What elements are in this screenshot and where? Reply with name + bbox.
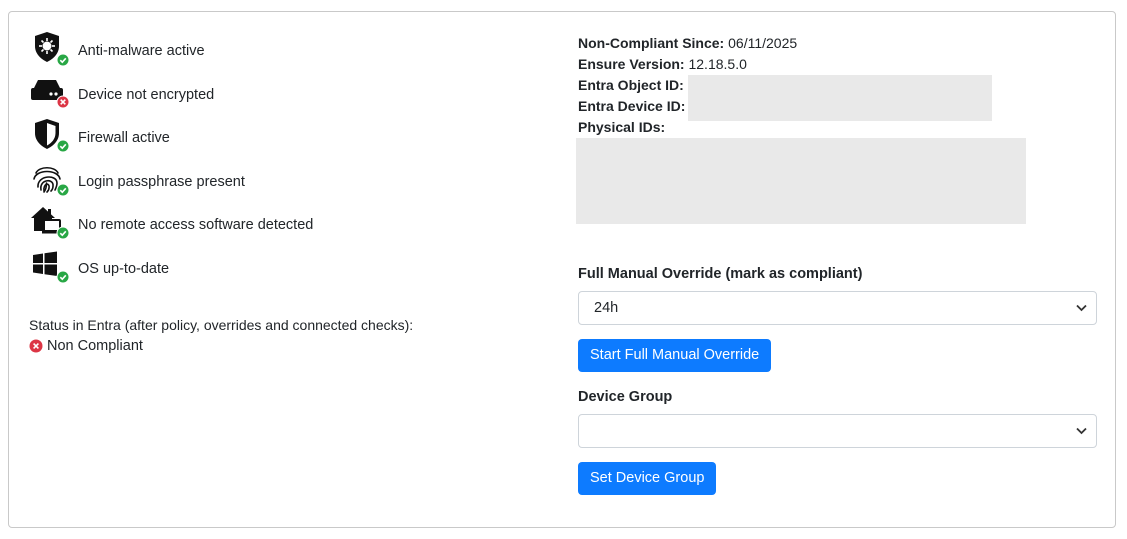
check-label: Anti-malware active (78, 43, 205, 59)
check-label: OS up-to-date (78, 261, 170, 277)
entra-status-caption: Status in Entra (after policy, overrides… (29, 317, 414, 333)
chevron-down-icon (1076, 304, 1087, 312)
check-os-updates: OS up-to-date (30, 248, 450, 284)
override-label: Full Manual Override (mark as compliant) (578, 266, 863, 282)
redacted-physical-ids (576, 138, 1026, 224)
check-anti-malware: Anti-malware active (30, 30, 450, 67)
physical-ids-label: Physical IDs: (578, 119, 666, 135)
check-firewall: Firewall active (30, 117, 450, 153)
check-label: No remote access software detected (78, 217, 314, 233)
chevron-down-icon (1076, 427, 1087, 435)
non-compliant-label: Non-Compliant Since: (578, 35, 725, 51)
check-remote-access: No remote access software detected (30, 204, 450, 240)
physical-ids: Physical IDs: (578, 119, 665, 135)
override-duration-value: 24h (594, 300, 619, 316)
entra-object-id-label: Entra Object ID: (578, 77, 684, 93)
entra-status-value: Non Compliant (29, 338, 143, 354)
check-label: Login passphrase present (78, 174, 245, 190)
non-compliant-value: 06/11/2025 (728, 35, 798, 51)
entra-object-id: Entra Object ID: a (578, 77, 695, 93)
redacted-ids-block (688, 75, 992, 121)
device-group-label: Device Group (578, 389, 673, 405)
set-device-group-button[interactable]: Set Device Group (578, 462, 717, 495)
ensure-version-value: 12.18.5.0 (688, 56, 747, 72)
override-duration-select[interactable]: 24h (578, 291, 1097, 325)
check-label: Firewall active (78, 130, 170, 146)
ensure-version-label: Ensure Version: (578, 56, 685, 72)
non-compliant-since: Non-Compliant Since: 06/11/2025 (578, 35, 797, 51)
entra-device-id: Entra Device ID: (578, 98, 685, 114)
check-encryption: Device not encrypted (30, 74, 450, 110)
malware-shield-icon (35, 32, 70, 67)
windows-icon (33, 251, 70, 284)
entra-device-id-label: Entra Device ID: (578, 98, 686, 114)
home-remote-icon (31, 207, 70, 240)
ensure-version: Ensure Version: 12.18.5.0 (578, 56, 747, 72)
check-label: Device not encrypted (78, 87, 215, 103)
device-group-select[interactable] (578, 414, 1097, 448)
shield-icon (35, 119, 70, 153)
start-override-button[interactable]: Start Full Manual Override (578, 339, 772, 372)
non-compliant-icon (29, 339, 43, 353)
drive-icon (31, 80, 70, 109)
entra-status-text: Non Compliant (47, 338, 143, 354)
fingerprint-icon (33, 166, 70, 197)
check-passphrase: Login passphrase present (30, 161, 450, 197)
